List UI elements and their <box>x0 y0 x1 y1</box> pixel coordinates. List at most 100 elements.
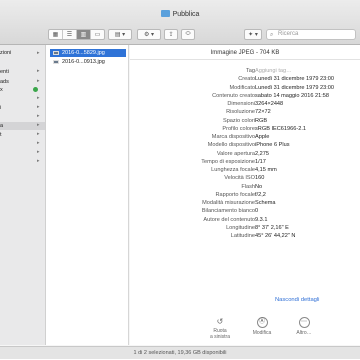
action-button[interactable]: ⚙ ▾ <box>137 29 161 40</box>
image-file-icon <box>53 60 59 64</box>
quick-actions: ↺ Ruota a sinistra Ⓐ Modifica ⋯ Altro… <box>200 317 360 347</box>
metadata-key: Autore del contenuto <box>203 216 255 223</box>
metadata-row: Profilo colore sRGB IEC61966-2.1 <box>130 126 360 133</box>
metadata-key: Lunghezza focale <box>211 167 255 173</box>
more-button[interactable]: ⋯ Altro… <box>284 317 324 336</box>
metadata-key: Modello dispositivo <box>207 142 255 149</box>
metadata-row: Creato Lunedì 31 dicembre 1979 23:00 <box>130 76 360 83</box>
more-icon: ⋯ <box>298 317 310 328</box>
metadata-row: Tempo di esposizione 1/17 <box>130 159 360 166</box>
file-column: 2016-0...5829.jpg 2016-0...0913.jpg <box>46 45 129 345</box>
rotate-left-button[interactable]: ↺ Ruota a sinistra <box>200 317 240 340</box>
metadata-row: Valore apertura 2,275 <box>130 151 360 158</box>
metadata-value: f/2,2 <box>255 191 266 198</box>
metadata-key: Flash <box>241 183 255 190</box>
finder-window: Pubblica ▦ ☰ ▥ ▭ ▤ ▾ ⚙ ▾ ⇪ ⬭ ✦ ▾ ⌕ Ricer… <box>0 0 360 359</box>
search-field[interactable]: ⌕ Ricerca <box>266 29 356 40</box>
file-item[interactable]: 2016-0...5829.jpg <box>50 49 126 57</box>
gear-icon: ⚙ ▾ <box>143 32 155 38</box>
metadata-value: No <box>255 183 263 190</box>
chevron-right-icon: ▸ <box>37 104 40 110</box>
metadata-value: Apple <box>255 134 270 140</box>
chevron-right-icon: ▸ <box>37 140 40 146</box>
metadata-key: Profilo colore <box>222 125 255 132</box>
rotate-left-label: Ruota a sinistra <box>209 328 230 340</box>
chevron-right-icon: ▸ <box>37 113 40 119</box>
metadata-row: Bilanciamento bianco 0 <box>130 208 360 215</box>
dropbox-button[interactable]: ✦ ▾ <box>244 29 262 40</box>
metadata-key: Spazio colori <box>222 117 255 124</box>
metadata-row: Contenuto creato sabato 14 maggio 2016 21… <box>130 93 360 100</box>
metadata-key: Modalità misurazione <box>202 200 255 206</box>
chevron-right-icon: ▸ <box>37 68 40 74</box>
metadata-row: Modificato Lunedì 31 dicembre 1979 23:00 <box>130 85 360 92</box>
metadata-key: Bilanciamento bianco <box>201 208 255 215</box>
share-button[interactable]: ⇪ <box>164 29 178 40</box>
gallery-view-button[interactable]: ▭ <box>91 30 104 39</box>
divider <box>130 59 360 60</box>
more-label: Altro… <box>296 330 312 336</box>
metadata-row: Longitudine 8° 37' 2,16" E <box>130 225 360 232</box>
sidebar-item[interactable]: x <box>0 86 45 94</box>
metadata-key: Longitudine <box>226 224 255 231</box>
metadata-key: Marca dispositivo <box>211 134 255 140</box>
metadata-row: Tag Aggiungi tag… <box>130 68 360 75</box>
metadata-row: Velocità ISO 160 <box>130 175 360 182</box>
status-bar: 1 di 2 selezionati, 19,36 GB disponibili <box>0 346 360 359</box>
metadata-key: Risoluzione <box>226 109 255 116</box>
metadata-value: 45° 26' 44,22" N <box>255 233 296 239</box>
file-kind-size: Immagine JPEG - 704 KB <box>210 50 280 56</box>
title-bar: Pubblica ▦ ☰ ▥ ▭ ▤ ▾ ⚙ ▾ ⇪ ⬭ ✦ ▾ ⌕ Ricer… <box>0 0 360 45</box>
group-icon: ▤ ▾ <box>114 32 126 38</box>
preview-pane: Immagine JPEG - 704 KB Tag Aggiungi tag… C… <box>130 45 360 345</box>
edit-label: Modifica <box>252 330 272 336</box>
metadata-key: Dimensioni <box>227 101 255 107</box>
window-title-text: Pubblica <box>172 11 200 18</box>
sync-status-icon <box>33 87 38 92</box>
metadata-key: Creato <box>238 76 255 83</box>
metadata-row: Spazio colori RGB <box>130 118 360 125</box>
search-placeholder: Ricerca <box>278 31 299 37</box>
metadata-value: 4,15 mm <box>255 167 277 173</box>
edit-button[interactable]: Ⓐ Modifica <box>242 317 282 336</box>
metadata-key: Velocità ISO <box>224 175 255 182</box>
file-item[interactable]: 2016-0...0913.jpg <box>50 58 126 66</box>
metadata-value: RGB <box>255 117 268 124</box>
rotate-left-icon: ↺ <box>216 317 224 326</box>
hide-details-link[interactable]: Nascondi dettagli <box>275 297 319 303</box>
add-tag-field[interactable]: Aggiungi tag… <box>255 68 292 75</box>
icon-view-button[interactable]: ▦ <box>49 30 63 39</box>
metadata-key: Contenuto creato <box>212 92 255 99</box>
chevron-right-icon: ▸ <box>37 131 40 137</box>
metadata-key: Latitudine <box>230 233 255 239</box>
chevron-right-icon: ▸ <box>37 149 40 155</box>
folder-icon <box>160 10 170 17</box>
metadata-row: Flash No <box>130 184 360 191</box>
chevron-right-icon: ▸ <box>37 122 40 128</box>
metadata-key: Tempo di esposizione <box>201 158 255 165</box>
tag-button[interactable]: ⬭ <box>181 29 195 40</box>
search-icon: ⌕ <box>270 32 274 38</box>
markup-icon: Ⓐ <box>256 317 268 328</box>
view-mode-switcher: ▦ ☰ ▥ ▭ <box>48 29 105 40</box>
sidebar: zioni enti ads x i a t ▸ ▸ ▸ ▸ ▸ ▸ ▸ ▸ ▸… <box>0 45 46 345</box>
metadata-value: Schema <box>255 200 276 206</box>
metadata-key: Tag <box>245 68 255 74</box>
column-view-button[interactable]: ▥ <box>77 30 91 39</box>
list-view-button[interactable]: ☰ <box>63 30 77 39</box>
metadata-key: Rapporto focale <box>215 191 256 198</box>
dropbox-icon: ✦ ▾ <box>248 32 258 38</box>
metadata-value: 160 <box>255 175 265 182</box>
chevron-right-icon: ▸ <box>37 50 40 56</box>
metadata-value: 0 <box>255 208 259 215</box>
metadata-row: Rapporto focale f/2,2 <box>130 192 360 199</box>
group-button[interactable]: ▤ ▾ <box>108 29 132 40</box>
metadata-value: 9.3.1 <box>255 216 268 223</box>
image-file-icon <box>53 51 59 55</box>
window-title: Pubblica <box>0 10 360 18</box>
metadata-value: 3264×2448 <box>255 101 284 107</box>
metadata-row: Dimensioni 3264×2448 <box>130 101 360 108</box>
metadata-row: Lunghezza focale 4,15 mm <box>130 167 360 174</box>
metadata-value: sabato 14 maggio 2016 21:58 <box>255 92 330 99</box>
metadata-value: 72×72 <box>255 109 271 116</box>
